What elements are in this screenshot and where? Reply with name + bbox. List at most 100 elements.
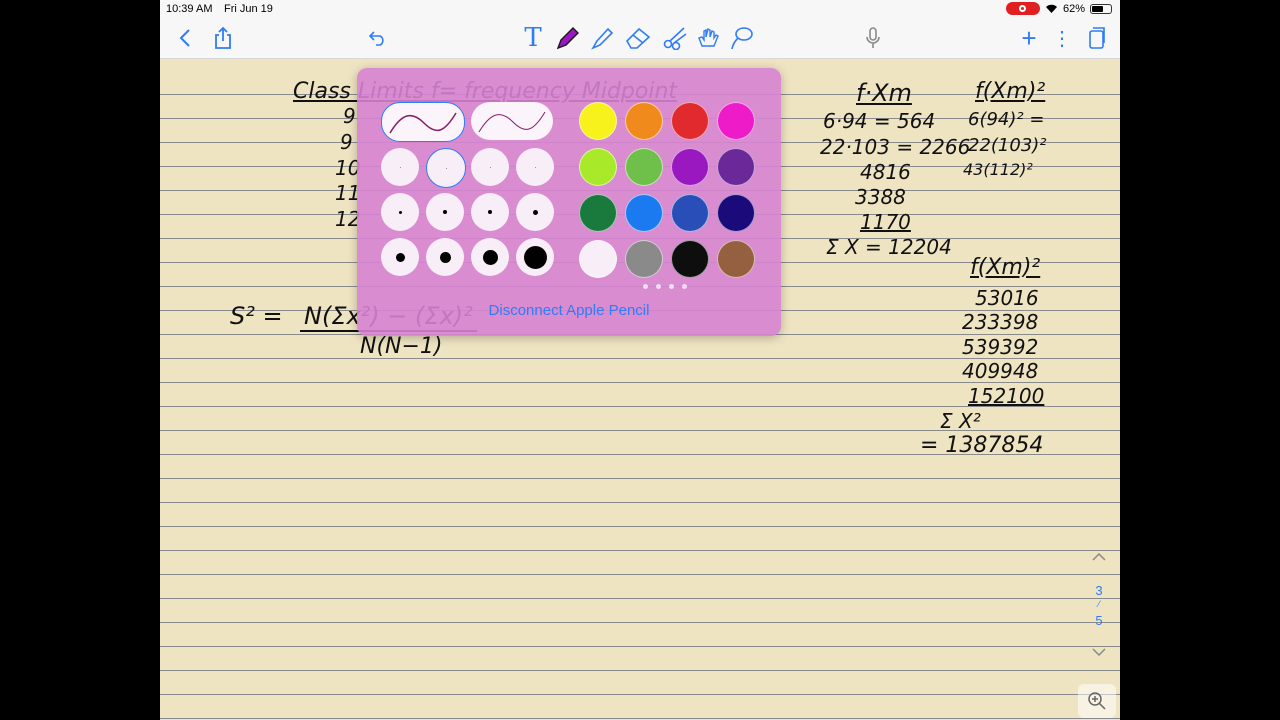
stroke-size-option[interactable]	[426, 193, 464, 231]
scissors-tool-button[interactable]	[660, 23, 690, 53]
color-swatch[interactable]	[625, 194, 663, 232]
hand-tool-button[interactable]	[693, 23, 723, 53]
pen-options-popover: Disconnect Apple Pencil	[357, 68, 781, 336]
variance-denominator: N(N−1)	[360, 334, 443, 359]
highlighter-tool-button[interactable]	[588, 23, 618, 53]
chevron-up-icon	[1092, 552, 1106, 561]
fxm2-value: 539392	[962, 335, 1039, 359]
fxm2-header-second: f(Xm)²	[970, 255, 1041, 280]
lasso-tool-button[interactable]	[727, 23, 757, 53]
color-swatch[interactable]	[579, 240, 617, 278]
fxm2-row: 6(94)² =	[968, 109, 1045, 130]
fxm-row: 6·94 = 564	[823, 109, 936, 133]
fxm-row: 3388	[855, 185, 906, 209]
stroke-size-dot	[532, 209, 538, 215]
wifi-icon	[1045, 4, 1057, 13]
zoom-button[interactable]	[1078, 684, 1116, 718]
hand-icon	[698, 27, 719, 47]
fxm-header: f·Xm	[856, 79, 912, 107]
fxm2-value: 152100	[968, 384, 1045, 408]
eraser-tool-button[interactable]	[623, 23, 653, 53]
color-swatch[interactable]	[625, 102, 663, 140]
pen-icon	[556, 27, 579, 50]
color-swatch[interactable]	[717, 194, 755, 232]
ipad-screen: 10:39 AM Fri Jun 19 62% T + ⋮ Class 9 9 …	[160, 0, 1120, 720]
color-swatch[interactable]	[717, 102, 755, 140]
stroke-size-option[interactable]	[381, 193, 419, 231]
stroke-size-dot	[445, 167, 447, 169]
fxm-row: 22·103 = 2266	[820, 135, 971, 159]
color-swatch[interactable]	[717, 148, 755, 186]
back-button[interactable]	[170, 23, 200, 53]
fxm2-row: 22(103)²	[968, 135, 1047, 156]
stroke-size-dot	[395, 252, 405, 262]
eraser-icon	[626, 27, 651, 49]
stroke-size-option[interactable]	[426, 148, 466, 188]
page-up-button[interactable]	[1090, 549, 1108, 564]
stroke-size-dot	[398, 210, 402, 214]
stroke-size-option[interactable]	[516, 238, 554, 276]
pages-button[interactable]	[1082, 23, 1112, 53]
status-date: Fri Jun 19	[224, 3, 273, 15]
stroke-size-option[interactable]	[471, 193, 509, 231]
color-swatch[interactable]	[671, 102, 709, 140]
stroke-size-dot	[439, 251, 451, 263]
chevron-down-icon	[1092, 648, 1106, 657]
stroke-size-option[interactable]	[516, 148, 554, 186]
pen-stroke-preview-icon	[478, 111, 546, 133]
screen-recording-icon	[1005, 2, 1040, 15]
microphone-icon	[866, 27, 880, 48]
fxm2-value: 409948	[962, 359, 1039, 383]
stroke-size-dot	[523, 245, 547, 269]
battery-percent: 62%	[1062, 2, 1085, 15]
status-bar: 10:39 AM Fri Jun 19 62%	[160, 0, 1120, 18]
stroke-size-option[interactable]	[471, 238, 509, 276]
color-swatch[interactable]	[671, 240, 709, 278]
class-limit-value: 9	[343, 104, 356, 128]
page-down-button[interactable]	[1090, 644, 1108, 659]
page-separator: ⁄	[1098, 599, 1100, 609]
page-current: 3	[1095, 583, 1103, 598]
stroke-size-dot	[482, 249, 498, 265]
color-swatch[interactable]	[671, 148, 709, 186]
class-limit-value: 9	[340, 130, 353, 154]
lasso-icon	[731, 27, 753, 50]
share-button[interactable]	[208, 23, 238, 53]
stroke-size-option[interactable]	[426, 238, 464, 276]
color-swatch[interactable]	[671, 194, 709, 232]
color-swatch[interactable]	[579, 148, 617, 186]
text-tool-button[interactable]: T	[518, 23, 548, 53]
more-button[interactable]: ⋮	[1047, 23, 1077, 53]
sum-x2-label: Σ X²	[940, 409, 981, 433]
microphone-button[interactable]	[858, 23, 888, 53]
fxm-row: 4816	[860, 160, 911, 184]
fxm2-value: 233398	[962, 310, 1039, 334]
fxm2-row: 43(112)²	[963, 160, 1033, 179]
color-swatch[interactable]	[717, 240, 755, 278]
status-time: 10:39 AM	[166, 3, 213, 15]
undo-button[interactable]	[363, 23, 393, 53]
color-swatch[interactable]	[625, 148, 663, 186]
fxm-row: 1170	[860, 210, 911, 234]
color-swatch[interactable]	[579, 194, 617, 232]
stroke-size-option[interactable]	[516, 193, 554, 231]
undo-icon	[369, 31, 384, 46]
pen-type-fountain[interactable]	[471, 102, 553, 140]
add-button[interactable]: +	[1014, 23, 1044, 53]
stroke-size-option[interactable]	[381, 238, 419, 276]
stroke-size-dot	[488, 210, 492, 214]
stroke-size-option[interactable]	[471, 148, 509, 186]
palette-page-dots[interactable]	[643, 284, 687, 289]
pen-type-ballpoint[interactable]	[381, 102, 465, 142]
stroke-size-dot	[443, 210, 447, 214]
pen-stroke-preview-icon	[389, 112, 457, 134]
color-swatch[interactable]	[579, 102, 617, 140]
color-swatch[interactable]	[625, 240, 663, 278]
app-toolbar: T + ⋮	[160, 18, 1120, 59]
pen-tool-button[interactable]	[553, 23, 583, 53]
scissors-icon	[663, 27, 687, 50]
stroke-size-option[interactable]	[381, 148, 419, 186]
battery-icon	[1090, 3, 1112, 14]
chevron-left-icon	[179, 29, 190, 47]
disconnect-apple-pencil-button[interactable]: Disconnect Apple Pencil	[357, 302, 781, 319]
